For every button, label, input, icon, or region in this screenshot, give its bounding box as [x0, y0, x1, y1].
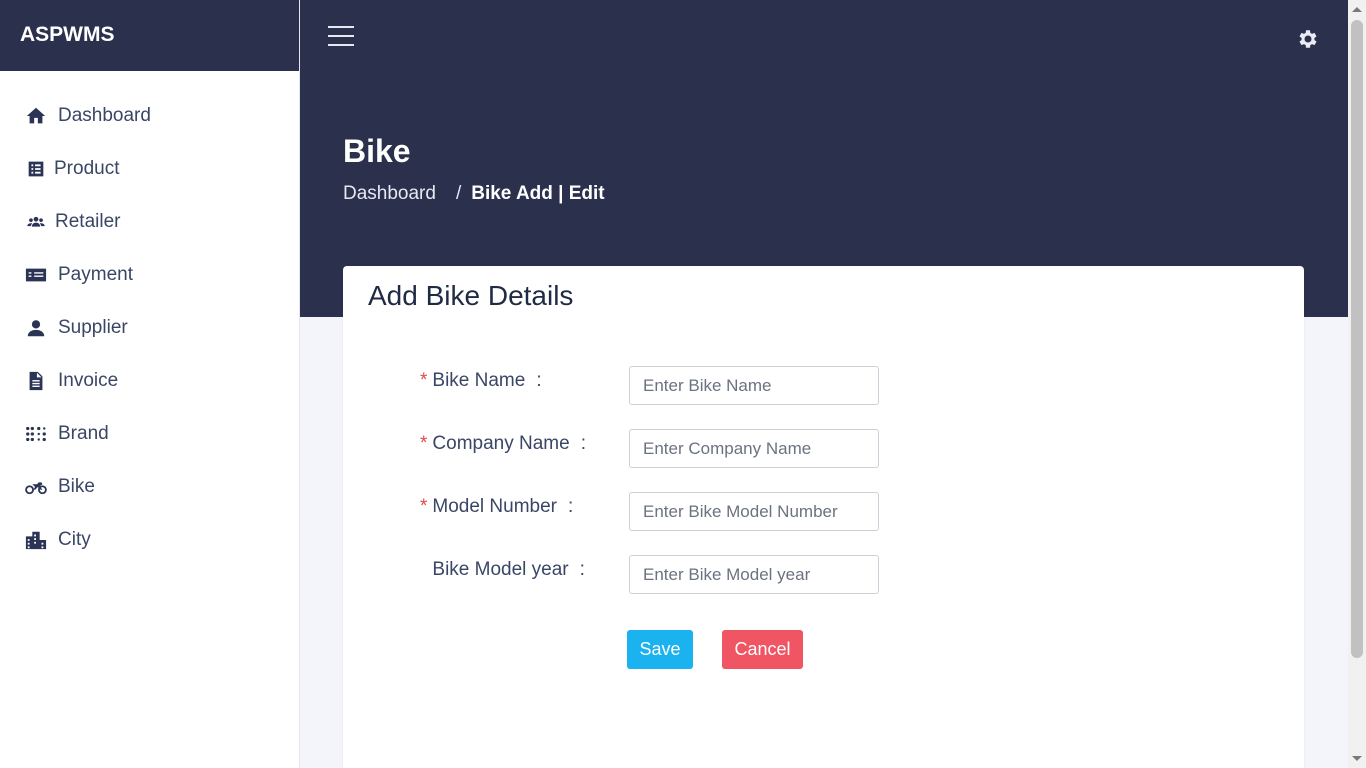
breadcrumb-home-link[interactable]: Dashboard: [343, 183, 436, 205]
sidebar-item-label: Dashboard: [58, 104, 151, 126]
sidebar-item-invoice[interactable]: Invoice: [0, 354, 299, 407]
required-mark: *: [420, 433, 428, 454]
form-row-bike-name: * Bike Name :: [343, 366, 1304, 406]
sidebar-item-label: Product: [54, 157, 120, 179]
company-name-label: * Company Name :: [420, 433, 586, 454]
model-year-input[interactable]: [629, 555, 879, 594]
gear-icon[interactable]: [1296, 27, 1320, 51]
sidebar-item-label: Retailer: [55, 210, 121, 232]
menu-toggle-icon[interactable]: [328, 26, 354, 48]
bike-name-label: * Bike Name :: [420, 370, 542, 391]
sidebar-item-label: City: [58, 528, 91, 550]
sidebar-item-payment[interactable]: Payment: [0, 248, 299, 301]
sidebar-item-label: Invoice: [58, 369, 119, 391]
breadcrumb: Dashboard / Bike Add | Edit: [343, 183, 605, 205]
sidebar-item-label: Payment: [58, 263, 133, 285]
model-number-label: * Model Number :: [420, 496, 574, 517]
bike-form-card: Add Bike Details * Bike Name : * Company…: [343, 266, 1304, 768]
city-icon: [24, 528, 48, 552]
sidebar-item-retailer[interactable]: Retailer: [0, 195, 299, 248]
sidebar-item-label: Supplier: [58, 316, 128, 338]
sidebar-item-supplier[interactable]: Supplier: [0, 301, 299, 354]
sidebar: ASPWMS Dashboard Product Retailer Paymen…: [0, 0, 300, 768]
breadcrumb-current: Bike Add | Edit: [471, 183, 605, 204]
sidebar-nav: Dashboard Product Retailer Payment Suppl…: [0, 71, 299, 566]
sidebar-item-brand[interactable]: Brand: [0, 407, 299, 460]
bike-name-input[interactable]: [629, 366, 879, 405]
sidebar-item-bike[interactable]: Bike: [0, 460, 299, 513]
sidebar-item-label: Brand: [58, 422, 109, 444]
model-year-label: * Bike Model year :: [432, 559, 585, 580]
home-icon: [24, 104, 48, 128]
required-mark: *: [420, 370, 428, 391]
file-icon: [24, 369, 48, 393]
page-title: Bike: [343, 133, 411, 169]
sidebar-item-city[interactable]: City: [0, 513, 299, 566]
braille-icon: [24, 422, 48, 446]
scroll-down-arrow-icon[interactable]: [1352, 756, 1362, 761]
breadcrumb-separator: /: [455, 183, 462, 204]
form-row-model-number: * Model Number :: [343, 492, 1304, 532]
sidebar-item-dashboard[interactable]: Dashboard: [0, 89, 299, 142]
sidebar-item-label: Bike: [58, 475, 95, 497]
company-name-input[interactable]: [629, 429, 879, 468]
model-number-input[interactable]: [629, 492, 879, 531]
save-button[interactable]: Save: [627, 630, 693, 669]
money-check-icon: [24, 263, 48, 287]
scrollbar-thumb[interactable]: [1351, 20, 1363, 658]
list-icon: [24, 157, 48, 181]
form-row-model-year: * Bike Model year :: [343, 555, 1304, 595]
user-icon: [24, 316, 48, 340]
scroll-up-arrow-icon[interactable]: [1352, 7, 1362, 12]
brand-logo[interactable]: ASPWMS: [0, 0, 299, 71]
card-title: Add Bike Details: [368, 280, 574, 311]
motorcycle-icon: [24, 475, 48, 499]
sidebar-item-product[interactable]: Product: [0, 142, 299, 195]
users-icon: [24, 210, 48, 234]
page-scrollbar[interactable]: [1348, 0, 1366, 768]
required-mark: *: [420, 496, 428, 517]
form-row-company-name: * Company Name :: [343, 429, 1304, 469]
cancel-button[interactable]: Cancel: [722, 630, 803, 669]
